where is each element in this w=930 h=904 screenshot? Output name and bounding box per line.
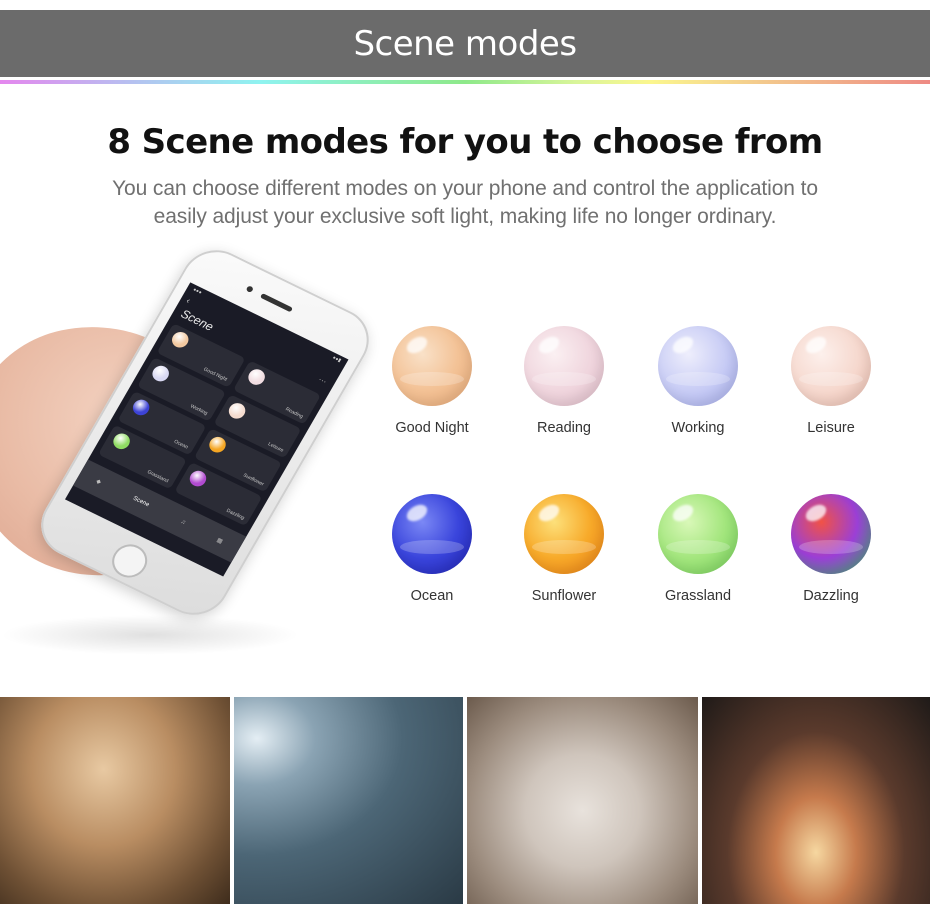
app-scene-label: Leisure [266, 441, 285, 454]
rainbow-divider [0, 80, 930, 84]
home-button [105, 538, 154, 584]
scene-dot-icon [149, 363, 172, 385]
subtitle-line-1: You can choose different modes on your p… [112, 177, 818, 200]
ocean-sphere-icon [392, 494, 472, 574]
mother-daughter-reading-photo [0, 697, 230, 904]
grassland-sphere-icon [658, 494, 738, 574]
scene-label: Grassland [664, 588, 732, 604]
scene-label: Leisure [807, 420, 855, 436]
scene-dot-icon [205, 434, 229, 455]
front-camera-icon [245, 285, 254, 294]
scene-label: Sunflower [531, 588, 597, 604]
app-scene-label: Ocean [172, 438, 189, 451]
good-night-sphere-icon [392, 326, 472, 406]
scene-mode-grassland: Grassland [638, 494, 758, 604]
sunflower-sphere-icon [524, 494, 604, 574]
couple-on-couch-photo [467, 697, 698, 904]
subtitle: You can choose different modes on your p… [40, 175, 890, 231]
scene-mode-reading: Reading [504, 326, 624, 436]
phone-in-hand-illustration: ●●● ●●▮ ‹ Scene ⋯ Good Night Reading Wor… [0, 238, 382, 675]
scene-dot-icon [244, 366, 268, 388]
header-title: Scene modes [353, 23, 577, 64]
scene-label: Working [671, 420, 725, 436]
grid-icon[interactable]: ▦ [216, 536, 225, 545]
woman-sleeping-photo [234, 697, 463, 904]
reading-sphere-icon [524, 326, 604, 406]
dazzling-sphere-icon [791, 494, 871, 574]
scene-mode-leisure: Leisure [771, 326, 891, 436]
header-band: Scene modes [0, 10, 930, 77]
leisure-sphere-icon [791, 326, 871, 406]
scene-dot-icon [110, 430, 133, 452]
app-scene-label: Working [189, 403, 209, 417]
app-scene-label: Good Night [202, 366, 229, 383]
music-icon[interactable]: ♫ [179, 519, 186, 526]
app-scene-label: Sunflower [241, 472, 265, 488]
scene-mode-ocean: Ocean [372, 494, 492, 604]
scene-label: Good Night [395, 420, 469, 436]
scene-mode-good-night: Good Night [372, 326, 492, 436]
tab-scene[interactable]: Scene [132, 496, 150, 509]
app-scene-label: Grassland [145, 469, 170, 485]
scene-label: Dazzling [803, 588, 859, 604]
subtitle-line-2: easily adjust your exclusive soft light,… [153, 205, 777, 228]
scene-dot-icon [225, 400, 248, 422]
scene-dot-icon [186, 467, 209, 489]
phone-screen: ●●● ●●▮ ‹ Scene ⋯ Good Night Reading Wor… [65, 282, 349, 577]
scene-dot-icon [169, 329, 192, 351]
phone-shadow [0, 615, 300, 655]
scene-dot-icon [129, 397, 153, 418]
app-scene-label: Reading [284, 406, 305, 420]
scene-mode-dazzling: Dazzling [771, 494, 891, 604]
scene-label: Reading [536, 420, 591, 436]
working-sphere-icon [658, 326, 738, 406]
scene-mode-working: Working [638, 326, 758, 436]
app-scene-label: Dazzling [225, 507, 246, 522]
main-heading: 8 Scene modes for you to choose from [107, 122, 823, 162]
scene-mode-sunflower: Sunflower [504, 494, 624, 604]
home-icon[interactable]: ◆ [95, 477, 103, 485]
speaker-grille [259, 293, 294, 313]
scene-label: Ocean [410, 588, 454, 604]
birthday-party-photo [702, 697, 930, 904]
